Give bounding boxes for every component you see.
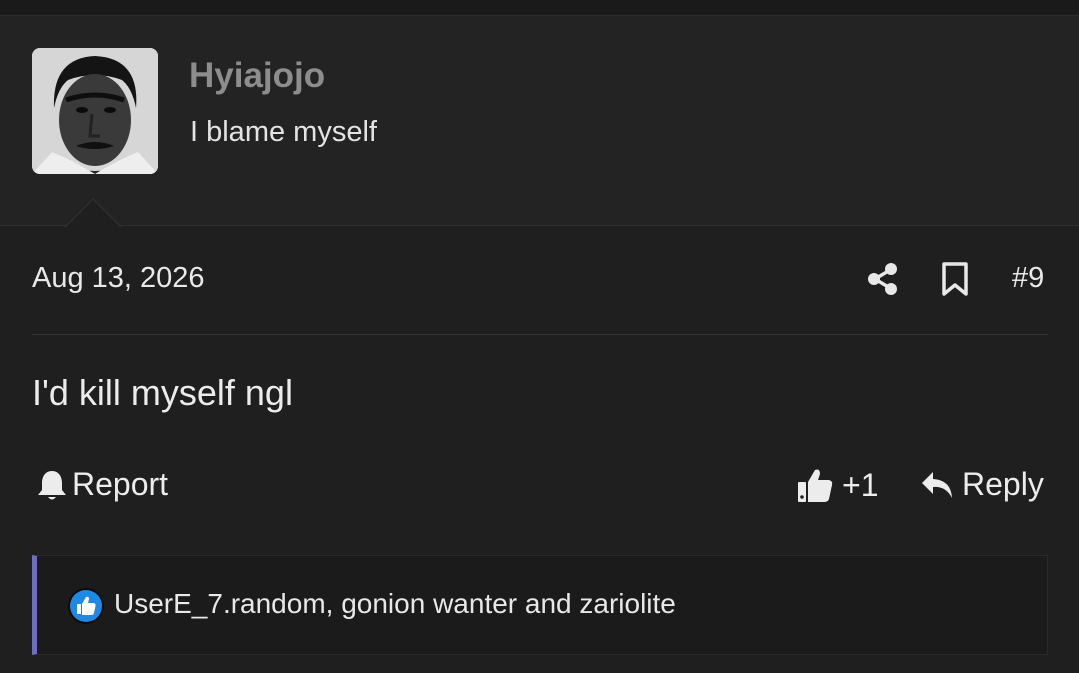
share-icon[interactable] [866,262,900,296]
post-user-header [0,16,1079,226]
reply-label: Reply [962,466,1044,502]
like-button[interactable]: +1 [796,466,878,504]
divider [32,334,1048,335]
like-reaction-icon [68,588,104,624]
post-message: I'd kill myself ngl [32,372,293,413]
reactions-bar[interactable]: UserE_7.random, gonion wanter and zariol… [32,555,1048,655]
bookmark-icon[interactable] [940,262,970,296]
reply-arrow-icon [922,471,952,498]
bell-icon [38,470,66,499]
like-count: +1 [842,466,879,503]
thumbs-up-icon [798,469,833,502]
reply-button[interactable]: Reply [920,466,1044,503]
username[interactable]: Hyiajojo [189,56,325,96]
user-title: I blame myself [190,116,377,148]
report-button[interactable]: Report [36,466,168,503]
post-date[interactable]: Aug 13, 2026 [32,262,205,295]
avatar-image [32,48,158,174]
post-number-link[interactable]: #9 [1012,262,1044,295]
report-label: Report [72,466,169,502]
reaction-users[interactable]: UserE_7.random, gonion wanter and zariol… [114,588,676,620]
top-strip [0,0,1079,16]
avatar[interactable] [32,48,158,174]
